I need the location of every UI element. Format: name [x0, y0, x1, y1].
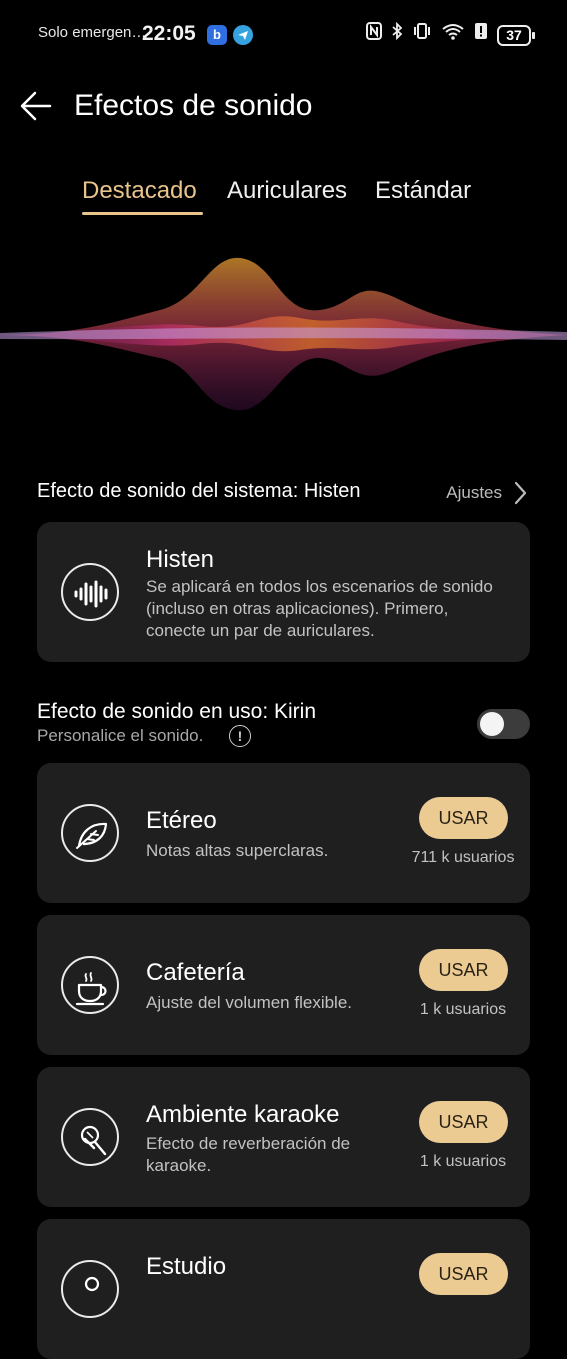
telegram-app-icon — [233, 25, 253, 45]
effect-card-karaoke[interactable]: Ambiente karaoke Efecto de reverberación… — [37, 1067, 530, 1207]
effect-card-etereo[interactable]: Etéreo Notas altas superclaras. USAR 711… — [37, 763, 530, 903]
microphone-icon — [61, 1108, 119, 1166]
effect-description: Efecto de reverberación de karaoke. — [146, 1134, 351, 1175]
back-button[interactable] — [18, 88, 54, 124]
system-effect-row: Efecto de sonido del sistema: Histen Aju… — [37, 476, 530, 510]
in-use-row: Efecto de sonido en uso: Kirin Personali… — [37, 700, 530, 750]
user-count: 1 k usuarios — [419, 1153, 507, 1170]
coffee-cup-icon — [61, 956, 119, 1014]
sound-wave-icon — [61, 563, 119, 621]
clock: 22:05 — [142, 22, 196, 45]
carrier-text: Solo emergen… — [38, 24, 147, 41]
settings-link[interactable]: Ajustes — [446, 483, 502, 503]
bluetooth-icon — [391, 21, 403, 49]
vibrate-icon — [412, 22, 432, 49]
wifi-icon — [441, 22, 465, 49]
effect-title: Estudio — [146, 1253, 227, 1280]
tab-destacado[interactable]: Destacado — [82, 177, 197, 205]
status-bar: Solo emergen… 22:05 b 37 — [0, 0, 567, 70]
feather-icon — [61, 804, 119, 862]
active-tab-indicator — [82, 212, 203, 215]
toggle-knob — [480, 712, 504, 736]
app-header: Efectos de sonido — [0, 80, 567, 140]
studio-icon — [61, 1260, 119, 1318]
effect-title: Etéreo — [146, 807, 217, 834]
system-effect-label: Efecto de sonido del sistema: Histen — [37, 480, 361, 502]
nfc-icon — [366, 21, 382, 49]
effect-title: Cafetería — [146, 959, 245, 986]
effect-title: Ambiente karaoke — [146, 1101, 340, 1128]
in-use-label: Efecto de sonido en uso: Kirin — [37, 700, 317, 723]
bing-app-icon: b — [207, 25, 227, 45]
tab-estandar[interactable]: Estándar — [375, 177, 471, 205]
effect-card-cafeteria[interactable]: Cafetería Ajuste del volumen flexible. U… — [37, 915, 530, 1055]
tab-auriculares[interactable]: Auriculares — [227, 177, 347, 205]
info-icon[interactable]: ! — [229, 725, 251, 747]
alert-icon — [474, 22, 488, 49]
chevron-right-icon[interactable] — [510, 478, 530, 508]
effect-card-estudio[interactable]: Estudio USAR — [37, 1219, 530, 1359]
use-button[interactable]: USAR — [419, 949, 508, 991]
user-count: 1 k usuarios — [419, 1001, 507, 1018]
histen-description: Se aplicará en todos los escenarios de s… — [146, 577, 493, 640]
effect-description: Ajuste del volumen flexible. — [146, 993, 353, 1012]
tab-bar: Destacado Auriculares Estándar — [0, 170, 567, 220]
battery-indicator: 37 — [497, 24, 535, 46]
in-use-toggle[interactable] — [477, 709, 530, 739]
user-count: 711 k usuarios — [411, 849, 515, 866]
in-use-subtitle: Personalice el sonido. — [37, 726, 204, 745]
status-icons: 37 — [366, 21, 535, 49]
use-button[interactable]: USAR — [419, 1101, 508, 1143]
use-button[interactable]: USAR — [419, 1253, 508, 1295]
use-button[interactable]: USAR — [419, 797, 508, 839]
sound-wave-illustration — [0, 257, 567, 411]
back-arrow-icon — [20, 91, 52, 121]
page-title: Efectos de sonido — [74, 89, 313, 122]
effect-description: Notas altas superclaras. — [146, 841, 329, 860]
histen-card[interactable]: Histen Se aplicará en todos los escenari… — [37, 522, 530, 662]
histen-title: Histen — [146, 546, 215, 573]
